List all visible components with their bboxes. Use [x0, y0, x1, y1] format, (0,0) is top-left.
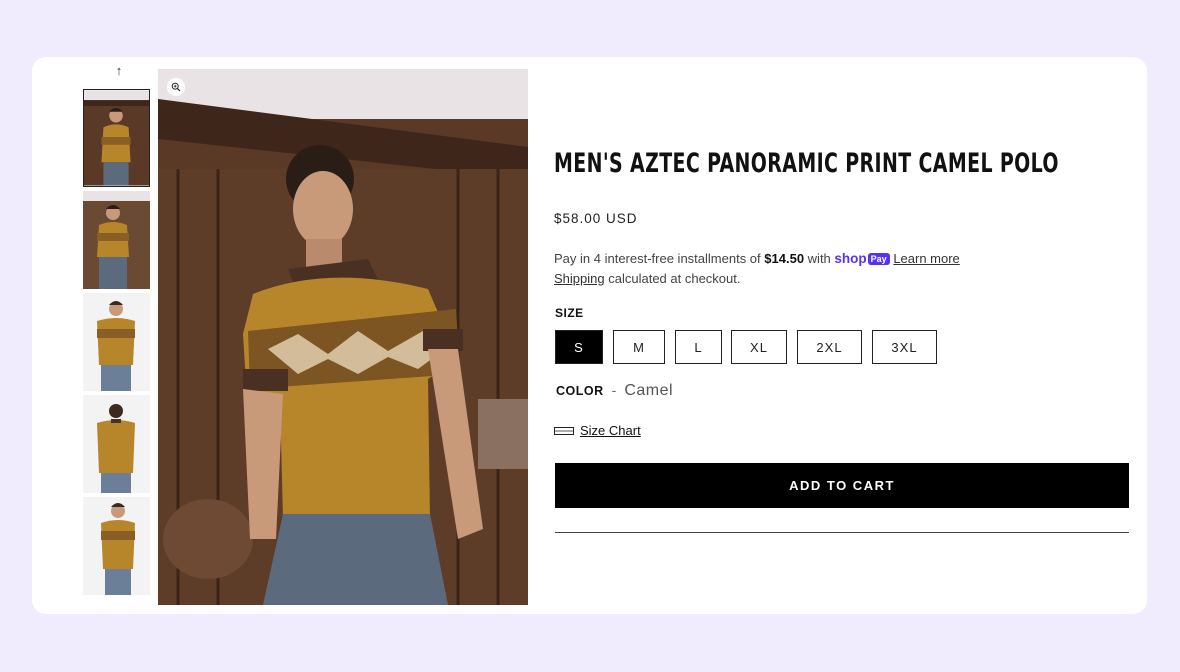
color-label: COLOR	[556, 384, 604, 398]
thumbnail-4[interactable]	[83, 395, 150, 493]
size-option-s[interactable]: S	[555, 330, 603, 364]
shop-pay-badge: Pay	[867, 253, 890, 265]
thumbnail-list	[83, 89, 150, 599]
ruler-icon	[554, 426, 574, 435]
main-image-illustration	[158, 69, 528, 605]
thumbnail-2[interactable]	[83, 191, 150, 289]
shipping-line: Shipping calculated at checkout.	[554, 271, 740, 286]
size-option-3xl[interactable]: 3XL	[872, 330, 937, 364]
thumbnail-1-image	[84, 90, 149, 186]
shop-pay-brand: shop	[834, 251, 867, 266]
size-chart-label: Size Chart	[580, 423, 641, 438]
color-separator: -	[611, 382, 617, 398]
learn-more-link[interactable]: Learn more	[893, 251, 959, 266]
add-to-cart-button[interactable]: ADD TO CART	[555, 463, 1129, 508]
main-product-image[interactable]	[158, 69, 528, 605]
thumbnail-5[interactable]	[83, 497, 150, 595]
shipping-suffix: calculated at checkout.	[608, 271, 741, 286]
size-label: SIZE	[555, 306, 584, 320]
thumbnail-5-image	[83, 497, 150, 595]
shipping-link[interactable]: Shipping	[554, 271, 605, 286]
thumbnail-3-image	[83, 293, 150, 391]
zoom-button[interactable]	[167, 78, 185, 96]
thumbnail-3[interactable]	[83, 293, 150, 391]
size-option-xl[interactable]: XL	[731, 330, 787, 364]
installments-with: with	[807, 251, 831, 266]
size-option-m[interactable]: M	[613, 330, 665, 364]
shop-pay-logo: shop Pay	[834, 251, 890, 266]
zoom-in-icon	[171, 82, 181, 92]
thumbnail-2-image	[83, 191, 150, 289]
size-chart-link[interactable]: Size Chart	[554, 423, 641, 438]
thumbnail-4-image	[83, 395, 150, 493]
color-row: COLOR - Camel	[556, 382, 673, 400]
size-option-2xl[interactable]: 2XL	[797, 330, 862, 364]
thumbnail-1[interactable]	[83, 89, 150, 187]
product-price: $58.00 USD	[554, 211, 638, 226]
size-option-l[interactable]: L	[675, 330, 722, 364]
installment-amount: $14.50	[764, 251, 805, 266]
thumbnail-scroll-up-button[interactable]: ↑	[112, 64, 126, 78]
divider	[555, 532, 1129, 533]
installments-prefix: Pay in 4 interest-free installments of	[554, 251, 761, 266]
installments-line: Pay in 4 interest-free installments of $…	[554, 251, 960, 266]
product-title: MEN'S AZTEC PANORAMIC PRINT CAMEL POLO	[554, 148, 1059, 179]
color-value: Camel	[624, 382, 674, 399]
